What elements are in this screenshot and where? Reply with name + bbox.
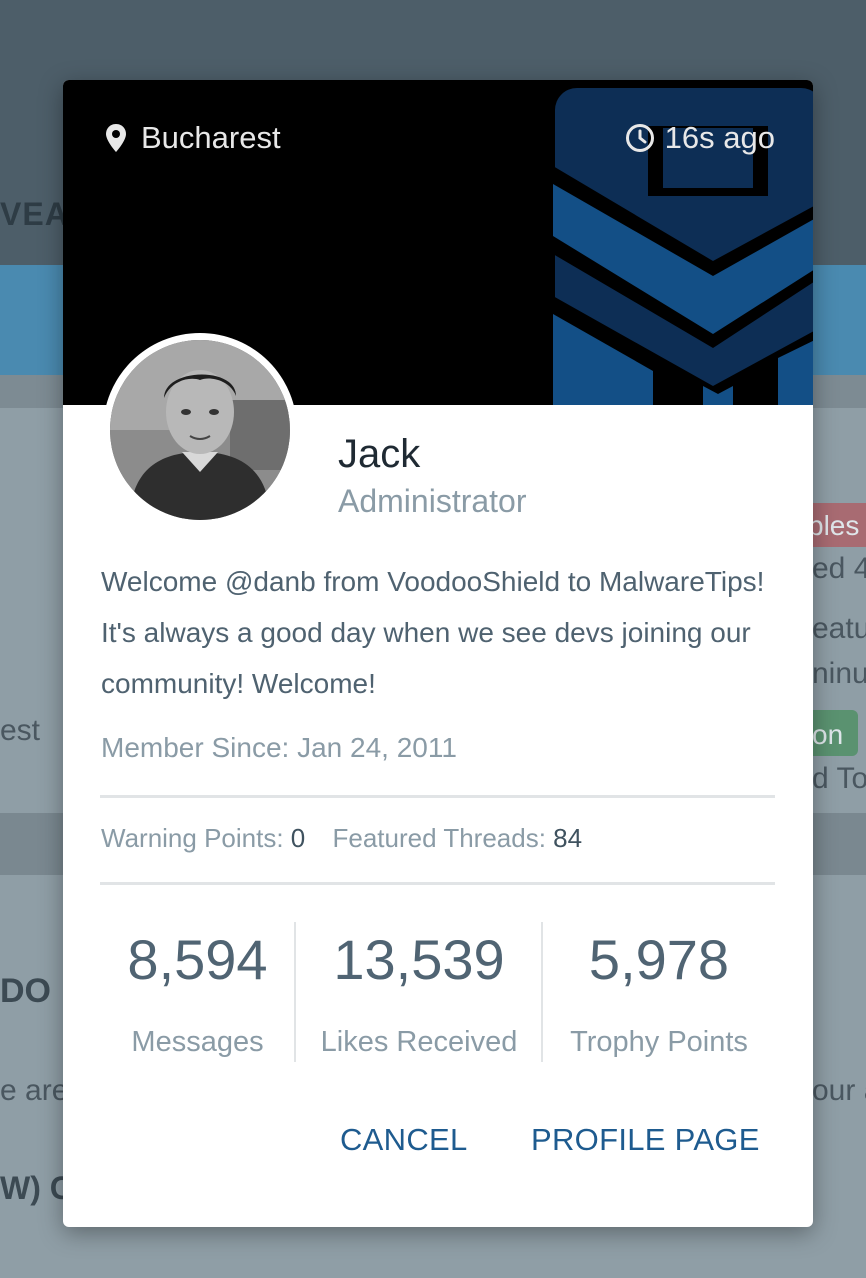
stat-label: Messages <box>131 1026 264 1058</box>
bg-text: ninu <box>812 657 866 690</box>
bg-text: ed 4 <box>812 552 866 585</box>
stat-likes-received[interactable]: 13,539 Likes Received <box>296 922 542 1062</box>
location-text: Bucharest <box>141 120 281 155</box>
warning-points-value: 0 <box>290 823 306 853</box>
divider <box>100 795 775 798</box>
stat-value: 13,539 <box>333 928 505 991</box>
bg-badge-text: on <box>812 719 844 750</box>
bg-text: est <box>0 714 41 747</box>
stat-value: 5,978 <box>588 928 730 991</box>
member-stats: 8,594 Messages 13,539 Likes Received 5,9… <box>100 922 775 1062</box>
featured-threads-value: 84 <box>553 823 583 853</box>
clock-icon <box>625 123 655 153</box>
stat-label: Likes Received <box>320 1026 518 1058</box>
stat-trophy-points[interactable]: 5,978 Trophy Points <box>543 922 775 1062</box>
bg-text: DO <box>0 972 51 1010</box>
bg-text: W) C <box>0 1170 73 1206</box>
bg-text: e are <box>0 1074 69 1107</box>
last-seen-text: 16s ago <box>664 120 775 155</box>
stat-messages[interactable]: 8,594 Messages <box>100 922 295 1062</box>
user-name[interactable]: Jack <box>338 432 420 477</box>
map-pin-icon <box>105 123 127 153</box>
bg-text: our a <box>812 1074 866 1107</box>
avatar[interactable] <box>103 333 297 527</box>
location[interactable]: Bucharest <box>105 118 281 158</box>
avatar-photo <box>110 340 290 520</box>
warning-points-label: Warning Points: <box>101 823 284 853</box>
member-card: Bucharest 16s ago Jack Administrator Wel… <box>63 80 813 1227</box>
bg-text: eatu <box>812 612 866 645</box>
stat-label: Trophy Points <box>570 1026 748 1058</box>
last-seen: 16s ago <box>625 118 775 158</box>
bg-text: d To <box>812 762 866 795</box>
cancel-button[interactable]: CANCEL <box>340 1122 468 1158</box>
member-bio: Welcome @danb from VoodooShield to Malwa… <box>101 566 765 699</box>
member-meta: Warning Points: 0 Featured Threads: 84 <box>101 823 582 854</box>
stat-value: 8,594 <box>127 928 268 991</box>
bg-badge-text: bles <box>808 510 860 541</box>
user-role: Administrator <box>338 483 527 519</box>
member-since: Member Since: Jan 24, 2011 <box>101 732 457 763</box>
divider <box>100 882 775 885</box>
profile-page-button[interactable]: PROFILE PAGE <box>531 1122 760 1158</box>
featured-threads-label: Featured Threads: <box>332 823 546 853</box>
